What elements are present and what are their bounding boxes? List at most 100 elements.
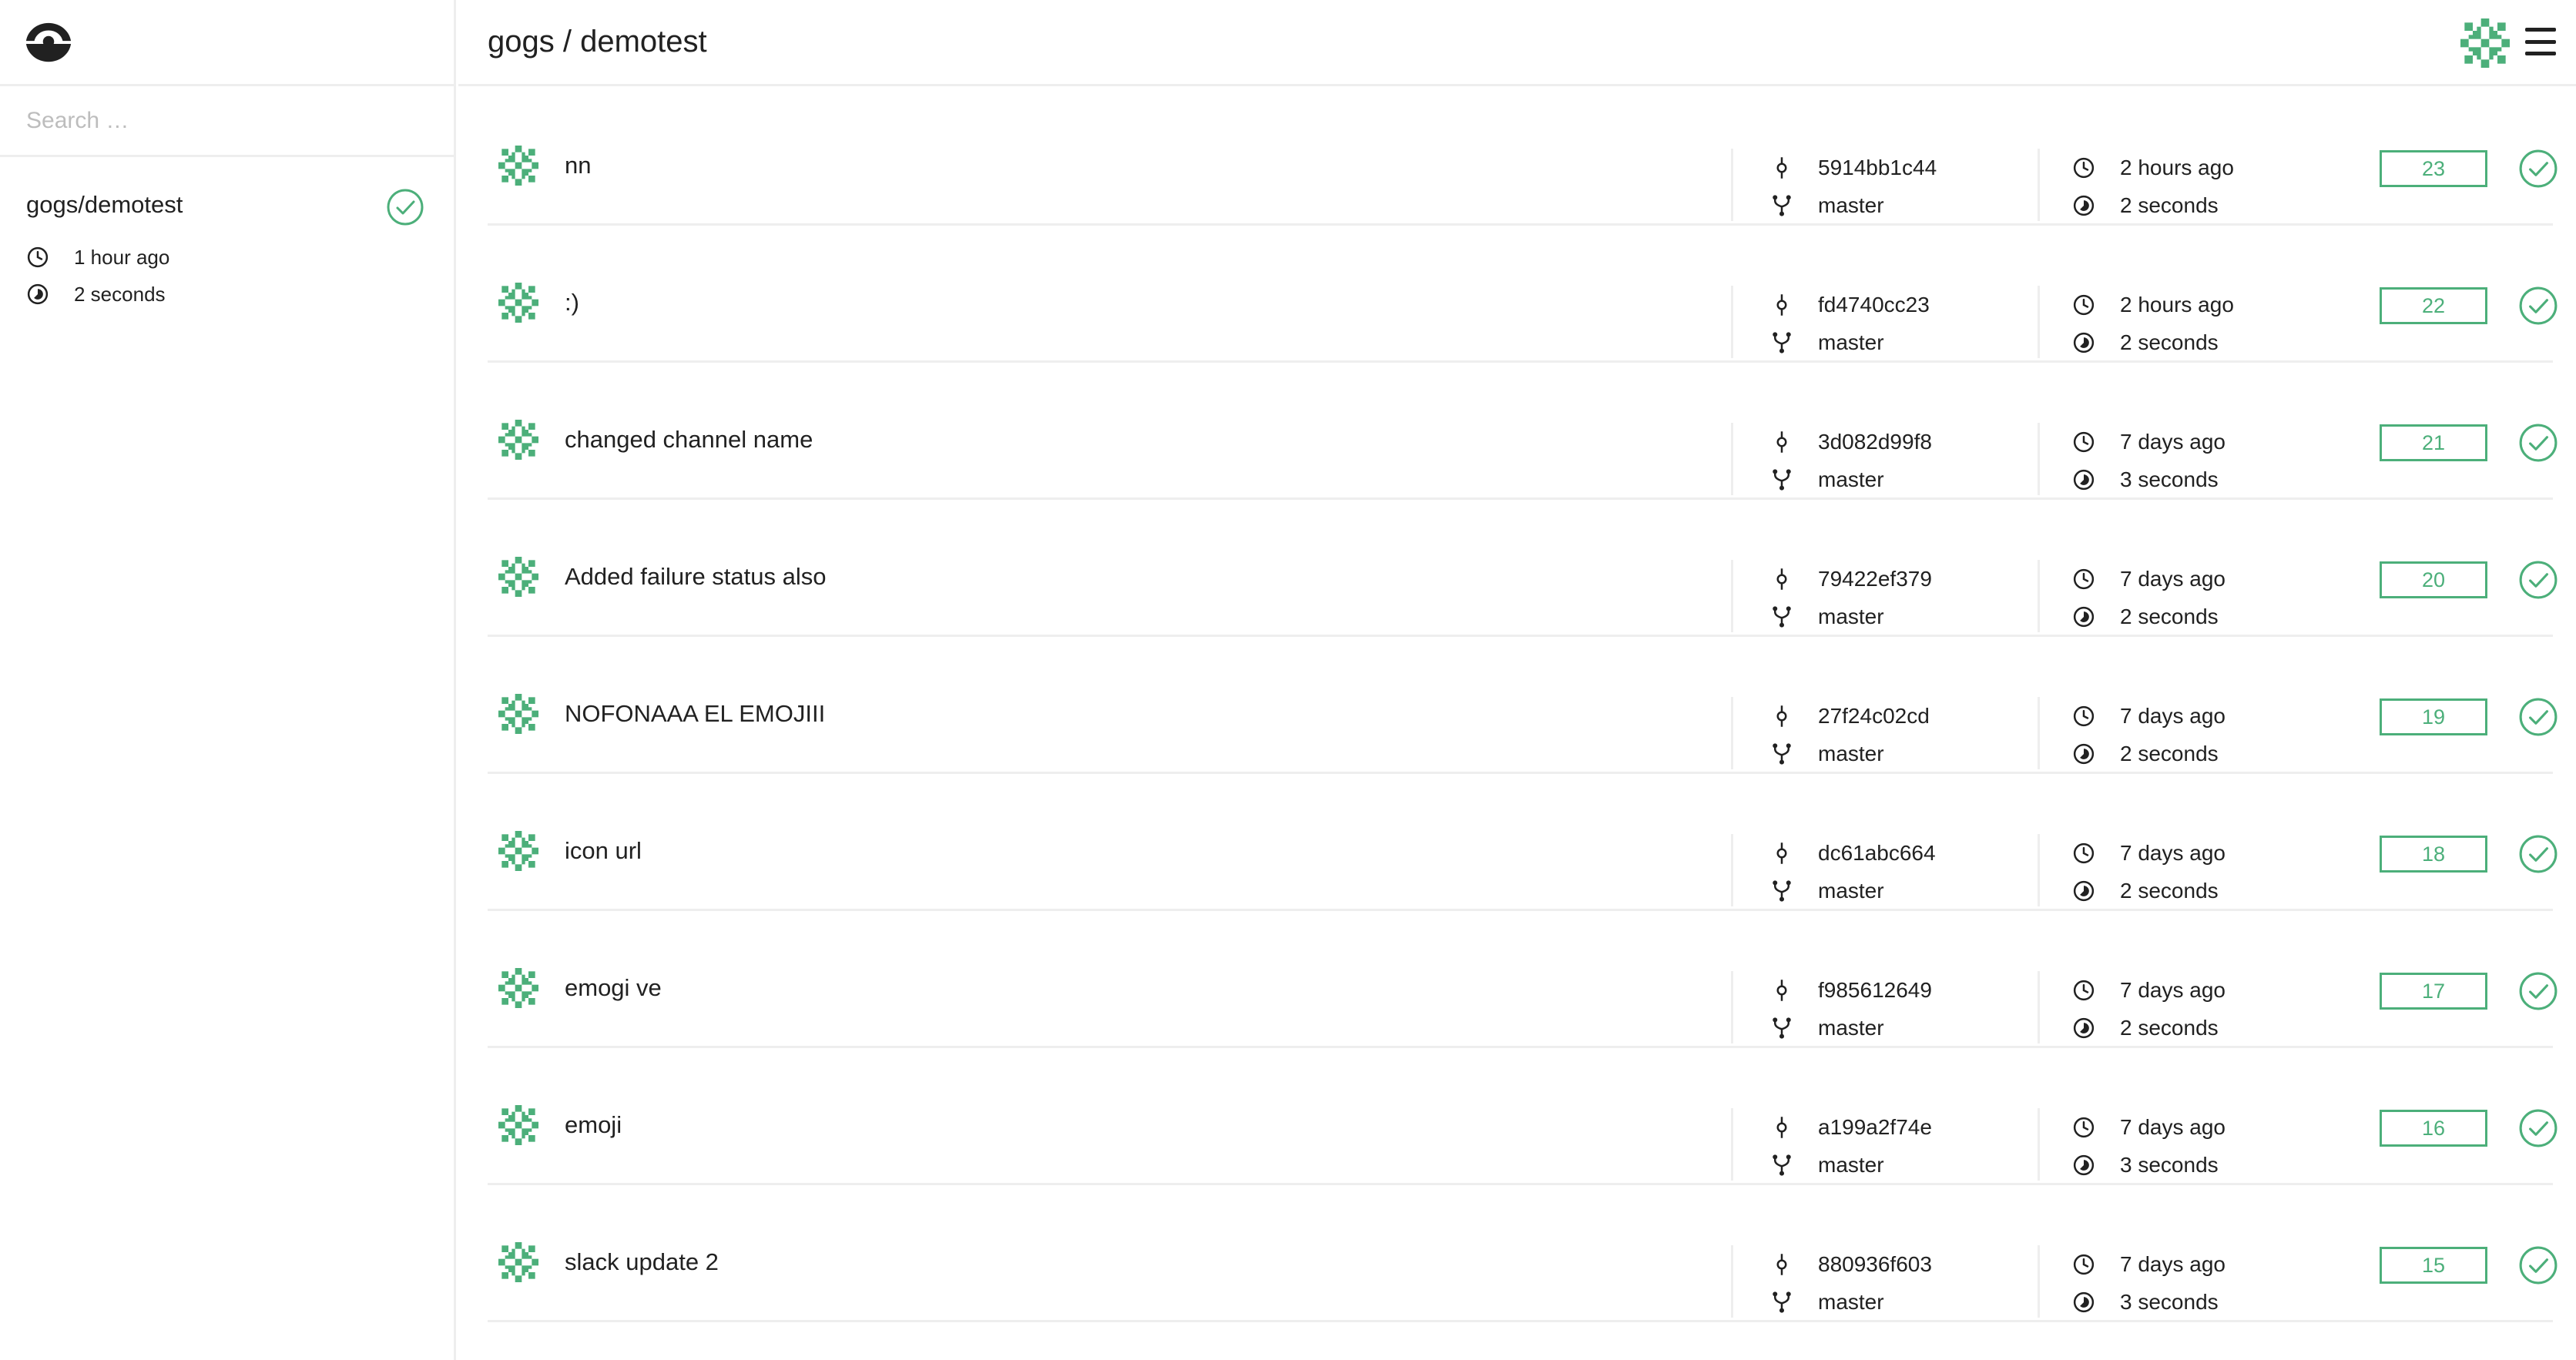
author-avatar-icon [498, 1242, 538, 1282]
build-time-info: 7 days ago 2 seconds [2038, 560, 2346, 632]
branch-line: master [1770, 1283, 2039, 1321]
build-duration: 3 seconds [2120, 467, 2219, 491]
clock-icon [2072, 842, 2095, 865]
success-check-icon [2518, 1245, 2558, 1285]
build-number-badge[interactable]: 20 [2380, 561, 2487, 598]
build-number-badge[interactable]: 23 [2380, 150, 2487, 187]
build-number-badge[interactable]: 17 [2380, 973, 2487, 1010]
timelapse-icon [2072, 879, 2095, 903]
build-list: nn 5914bb1c44 master 2 hours ago 2 secon… [458, 89, 2576, 1360]
timelapse-icon [2072, 194, 2095, 217]
branch-icon [1770, 194, 1793, 217]
clock-icon [2072, 568, 2095, 591]
build-created-line: 7 days ago [2072, 697, 2346, 735]
commit-message: nn [565, 152, 592, 179]
commit-message: Added failure status also [565, 563, 827, 590]
commit-message: icon url [565, 837, 642, 864]
build-duration: 2 seconds [2120, 1015, 2219, 1040]
build-number-badge[interactable]: 21 [2380, 424, 2487, 461]
drone-logo-icon[interactable] [25, 18, 72, 66]
build-duration-line: 2 seconds [2072, 1009, 2346, 1047]
logo-bar [0, 0, 454, 86]
branch-line: master [1770, 323, 2039, 361]
build-duration: 2 seconds [2120, 330, 2219, 354]
branch-name: master [1818, 878, 1884, 903]
build-time-info: 7 days ago 3 seconds [2038, 423, 2346, 495]
success-check-icon [2518, 1108, 2558, 1148]
branch-line: master [1770, 1009, 2039, 1047]
commit-info: 27f24c02cd master [1731, 697, 2039, 769]
build-row[interactable]: emogi ve f985612649 master 7 days ago 2 … [488, 911, 2558, 1048]
build-row[interactable]: slack update 2 880936f603 master 7 days … [488, 1185, 2558, 1322]
menu-bar [2525, 28, 2556, 32]
hamburger-menu-icon[interactable] [2525, 28, 2556, 55]
commit-sha-line: 3d082d99f8 [1770, 423, 2039, 461]
build-duration-line: 2 seconds [2072, 872, 2346, 909]
build-row[interactable]: nn 5914bb1c44 master 2 hours ago 2 secon… [488, 89, 2558, 226]
build-row[interactable]: icon url dc61abc664 master 7 days ago 2 … [488, 774, 2558, 911]
build-created-line: 7 days ago [2072, 1245, 2346, 1283]
build-created: 7 days ago [2120, 566, 2225, 591]
build-created: 2 hours ago [2120, 155, 2234, 179]
app-root: gogs/demotest 1 hour ago 2 seconds [0, 0, 2576, 1360]
commit-message: changed channel name [565, 426, 813, 453]
branch-name: master [1818, 1152, 1884, 1177]
timelapse-icon [2072, 331, 2095, 354]
build-number-badge[interactable]: 22 [2380, 287, 2487, 324]
build-number-badge[interactable]: 15 [2380, 1247, 2487, 1284]
sidebar: gogs/demotest 1 hour ago 2 seconds [0, 0, 456, 1360]
commit-info: dc61abc664 master [1731, 834, 2039, 906]
search-input[interactable] [26, 107, 428, 134]
build-duration: 3 seconds [2120, 1289, 2219, 1314]
build-row[interactable]: emoji a199a2f74e master 7 days ago 3 sec… [488, 1048, 2558, 1185]
build-duration: 3 seconds [2120, 1152, 2219, 1177]
build-created: 7 days ago [2120, 977, 2225, 1002]
build-duration-line: 2 seconds [2072, 598, 2346, 635]
commit-icon [1770, 430, 1793, 454]
commit-sha-line: fd4740cc23 [1770, 286, 2039, 323]
menu-bar [2525, 52, 2556, 55]
author-avatar-icon [498, 557, 538, 597]
commit-sha: f985612649 [1818, 977, 1932, 1002]
build-number-badge[interactable]: 18 [2380, 836, 2487, 873]
commit-sha: dc61abc664 [1818, 840, 1936, 865]
commit-sha-line: f985612649 [1770, 971, 2039, 1009]
branch-icon [1770, 1017, 1793, 1040]
build-created-line: 7 days ago [2072, 560, 2346, 598]
branch-icon [1770, 605, 1793, 628]
build-duration-line: 2 seconds [2072, 323, 2346, 361]
commit-sha-line: 5914bb1c44 [1770, 149, 2039, 186]
commit-icon [1770, 568, 1793, 591]
commit-message: emogi ve [565, 974, 662, 1001]
build-row[interactable]: :) fd4740cc23 master 2 hours ago 2 secon… [488, 226, 2558, 363]
build-number-badge[interactable]: 19 [2380, 698, 2487, 735]
branch-icon [1770, 1154, 1793, 1177]
branch-line: master [1770, 735, 2039, 772]
success-check-icon [2518, 286, 2558, 326]
build-row[interactable]: changed channel name 3d082d99f8 master 7… [488, 363, 2558, 500]
commit-sha: 3d082d99f8 [1818, 429, 1932, 454]
build-time-info: 2 hours ago 2 seconds [2038, 149, 2346, 221]
branch-name: master [1818, 1015, 1884, 1040]
commit-message: NOFONAAA EL EMOJIII [565, 700, 826, 727]
build-created-line: 2 hours ago [2072, 149, 2346, 186]
build-duration-line: 3 seconds [2072, 1146, 2346, 1184]
build-row[interactable]: NOFONAAA EL EMOJIII 27f24c02cd master 7 … [488, 637, 2558, 774]
build-created-line: 7 days ago [2072, 423, 2346, 461]
success-check-icon [386, 188, 424, 226]
commit-sha-line: 79422ef379 [1770, 560, 2039, 598]
commit-sha: 79422ef379 [1818, 566, 1932, 591]
build-created: 7 days ago [2120, 840, 2225, 865]
sidebar-repo-item[interactable]: gogs/demotest 1 hour ago 2 seconds [0, 157, 454, 327]
author-avatar-icon [498, 968, 538, 1008]
clock-icon [26, 246, 49, 269]
success-check-icon [2518, 560, 2558, 600]
build-row[interactable]: Added failure status also 79422ef379 mas… [488, 500, 2558, 637]
commit-message: emoji [565, 1111, 622, 1138]
commit-sha: fd4740cc23 [1818, 292, 1930, 317]
build-duration-line: 2 seconds [2072, 186, 2346, 224]
build-number-badge[interactable]: 16 [2380, 1110, 2487, 1147]
commit-message: slack update 2 [565, 1248, 719, 1275]
commit-icon [1770, 1253, 1793, 1276]
user-avatar-icon[interactable] [2460, 18, 2510, 68]
